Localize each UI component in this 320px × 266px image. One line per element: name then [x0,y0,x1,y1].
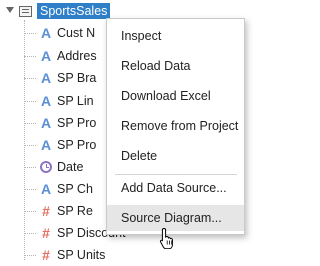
menu-item-download-excel[interactable]: Download Excel [107,83,244,109]
tree-item-label: SP Bra [57,71,97,85]
tree-item-sp-bra[interactable]: A SP Bra [24,67,96,89]
tree-branch-line [24,166,36,168]
tree-root-sportssales[interactable]: SportsSales [37,3,111,19]
database-icon [19,6,32,17]
tree-item-label: SP Lin [57,94,94,108]
collapse-toggle-icon[interactable] [6,7,14,13]
menu-item-add-data-source[interactable]: Add Data Source... [107,175,244,201]
tree-branch-line [24,232,36,234]
tree-item-label: SP Pro [57,138,97,152]
tree-item-label: SP Ch [57,182,93,196]
tree-branch-line [24,144,36,146]
tree-branch-line [24,32,36,34]
tree-branch-line [24,100,36,102]
tree-item-sp-pro-1[interactable]: A SP Pro [24,112,96,134]
numeric-field-icon: # [42,247,50,263]
text-field-icon: A [40,137,52,153]
tree-branch-line [24,77,36,79]
text-field-icon: A [40,70,52,86]
numeric-field-icon: # [42,203,50,219]
context-menu: Inspect Reload Data Download Excel Remov… [106,18,245,235]
tree-branch-line [24,55,36,57]
menu-item-inspect[interactable]: Inspect [107,23,244,49]
text-field-icon: A [40,181,52,197]
tree-branch-line [24,254,36,256]
tree-item-date[interactable]: Date [24,156,83,178]
tree-item-label: Addres [57,49,97,63]
text-field-icon: A [40,25,52,41]
tree-item-addres[interactable]: A Addres [24,45,97,67]
tree-item-label: Cust N [57,26,96,40]
text-field-icon: A [40,48,52,64]
menu-item-reload-data[interactable]: Reload Data [107,53,244,79]
tree-item-cust-n[interactable]: A Cust N [24,22,95,44]
tree-item-label: SP Units [57,248,106,262]
tree-item-sp-lin[interactable]: A SP Lin [24,90,94,112]
tree-item-label: SP Re [57,204,93,218]
tree-branch-line [24,210,36,212]
numeric-field-icon: # [42,225,50,241]
menu-item-remove-from-project[interactable]: Remove from Project [107,113,244,139]
tree-branch-line [24,188,36,190]
text-field-icon: A [40,115,52,131]
tree-item-sp-pro-2[interactable]: A SP Pro [24,134,96,156]
tree-item-sp-ch[interactable]: A SP Ch [24,178,93,200]
tree-item-label: SP Pro [57,116,97,130]
date-field-icon [39,160,53,174]
menu-item-delete[interactable]: Delete [107,143,244,169]
hand-pointer-icon [159,227,173,249]
text-field-icon: A [40,93,52,109]
tree-item-sp-units[interactable]: # SP Units [24,244,105,266]
tree-item-sp-re[interactable]: # SP Re [24,200,93,222]
tree-branch-line [24,122,36,124]
tree-item-label: Date [57,160,84,174]
